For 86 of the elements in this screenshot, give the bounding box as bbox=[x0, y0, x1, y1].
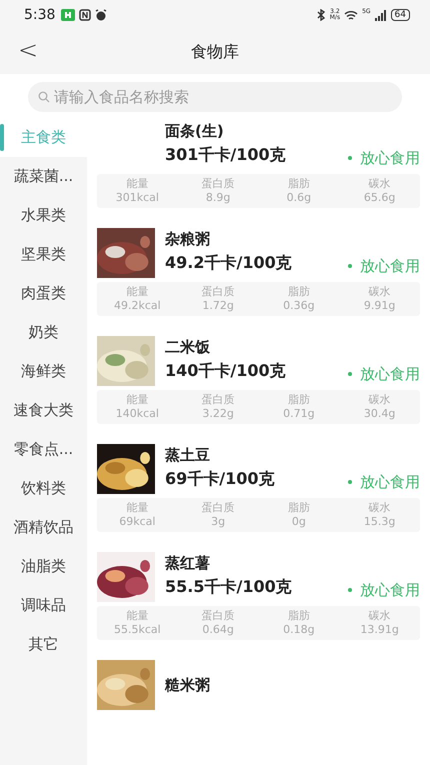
nutrient-value: 69kcal bbox=[119, 515, 156, 529]
nutrient-label: 脂肪 bbox=[288, 501, 310, 515]
app-notification-icon bbox=[61, 9, 76, 21]
nutrient-label: 碳水 bbox=[368, 393, 391, 407]
category-item[interactable]: 零食点... bbox=[0, 430, 87, 469]
nutrient-value: 65.6g bbox=[364, 191, 396, 205]
search-field[interactable]: 请输入食品名称搜索 bbox=[28, 82, 402, 112]
status-dot-icon bbox=[348, 156, 352, 160]
nutrient-value: 0.71g bbox=[283, 407, 315, 421]
wifi-icon bbox=[344, 10, 358, 20]
battery-level: 64 bbox=[390, 9, 410, 21]
search-icon bbox=[38, 91, 50, 103]
safety-status: 放心食用 bbox=[360, 364, 420, 384]
signal-icon bbox=[374, 10, 387, 20]
status-dot-icon bbox=[348, 372, 352, 376]
nutrient-value: 15.3g bbox=[364, 515, 396, 529]
category-item[interactable]: 奶类 bbox=[0, 313, 87, 352]
safety-status: 放心食用 bbox=[360, 256, 420, 276]
calorie-value: 140千卡/100克 bbox=[165, 361, 286, 382]
nutrient-label: 能量 bbox=[126, 609, 148, 623]
nutrient-value: 55.5kcal bbox=[114, 623, 161, 637]
nutrient-value: 30.4g bbox=[364, 407, 396, 421]
nutrient-label: 碳水 bbox=[368, 177, 391, 191]
nfc-icon bbox=[79, 9, 92, 21]
nutrient-value: 0g bbox=[292, 515, 306, 529]
status-dot-icon bbox=[348, 264, 352, 268]
food-name: 蒸土豆 bbox=[165, 446, 211, 466]
nutrient-value: 301kcal bbox=[116, 191, 159, 205]
safety-status: 放心食用 bbox=[360, 472, 420, 492]
nutrient-value: 0.6g bbox=[286, 191, 312, 205]
nutrient-label: 蛋白质 bbox=[202, 177, 235, 191]
nutrient-label: 脂肪 bbox=[288, 177, 310, 191]
category-item[interactable]: 调味品 bbox=[0, 586, 87, 625]
food-name: 糙米粥 bbox=[165, 676, 211, 694]
category-item[interactable]: 蔬菜菌... bbox=[0, 157, 87, 196]
nutrient-value: 0.64g bbox=[202, 623, 234, 637]
nutrient-label: 能量 bbox=[126, 393, 148, 407]
nutrient-label: 碳水 bbox=[368, 501, 391, 515]
page-title: 食物库 bbox=[191, 42, 239, 62]
nutrient-value: 49.2kcal bbox=[114, 299, 161, 313]
calorie-value: 301千卡/100克 bbox=[165, 145, 286, 166]
safety-status: 放心食用 bbox=[360, 580, 420, 600]
nutrient-value: 140kcal bbox=[116, 407, 159, 421]
calorie-value: 69千卡/100克 bbox=[165, 469, 275, 490]
nutrient-value: 3g bbox=[211, 515, 226, 529]
status-dot-icon bbox=[348, 588, 352, 592]
category-item[interactable]: 海鲜类 bbox=[0, 352, 87, 391]
status-dot-icon bbox=[348, 480, 352, 484]
bluetooth-icon bbox=[316, 9, 326, 21]
nutrient-label: 能量 bbox=[126, 177, 148, 191]
nutrient-value: 8.9g bbox=[206, 191, 230, 205]
category-item[interactable]: 水果类 bbox=[0, 196, 87, 235]
nutrient-value: 1.72g bbox=[202, 299, 234, 313]
food-name: 蒸红薯 bbox=[165, 554, 211, 574]
calorie-value: 55.5千卡/100克 bbox=[165, 577, 292, 598]
nutrient-label: 碳水 bbox=[368, 609, 391, 623]
nutrient-label: 蛋白质 bbox=[202, 285, 235, 299]
nutrient-value: 3.22g bbox=[202, 407, 234, 421]
food-name: 杂粮粥 bbox=[165, 230, 211, 250]
nutrient-label: 脂肪 bbox=[288, 609, 310, 623]
alarm-icon bbox=[95, 9, 108, 21]
category-item[interactable]: 油脂类 bbox=[0, 547, 87, 586]
nutrient-label: 蛋白质 bbox=[202, 393, 235, 407]
nutrient-value: 9.91g bbox=[364, 299, 396, 313]
food-name: 二米饭 bbox=[165, 338, 211, 358]
category-item[interactable]: 饮料类 bbox=[0, 469, 87, 508]
nutrient-value: 0.18g bbox=[283, 623, 315, 637]
category-item[interactable]: 其它 bbox=[0, 625, 87, 664]
nutrient-label: 能量 bbox=[126, 285, 148, 299]
calorie-value: 49.2千卡/100克 bbox=[165, 253, 292, 274]
nutrient-label: 脂肪 bbox=[288, 393, 310, 407]
nutrient-value: 0.36g bbox=[283, 299, 315, 313]
category-item[interactable]: 肉蛋类 bbox=[0, 274, 87, 313]
nutrient-label: 脂肪 bbox=[288, 285, 310, 299]
nutrient-label: 能量 bbox=[126, 501, 148, 515]
status-time: 5:38 bbox=[24, 7, 56, 23]
category-item[interactable]: 速食大类 bbox=[0, 391, 87, 430]
category-item[interactable]: 坚果类 bbox=[0, 235, 87, 274]
nutrient-label: 蛋白质 bbox=[202, 501, 235, 515]
category-item[interactable]: 酒精饮品 bbox=[0, 508, 87, 547]
safety-status: 放心食用 bbox=[360, 148, 420, 168]
nutrient-value: 13.91g bbox=[360, 623, 399, 637]
nutrient-label: 蛋白质 bbox=[202, 609, 235, 623]
food-name: 面条(生) bbox=[165, 122, 225, 142]
back-button[interactable]: < bbox=[14, 36, 42, 64]
nutrient-label: 碳水 bbox=[368, 285, 391, 299]
